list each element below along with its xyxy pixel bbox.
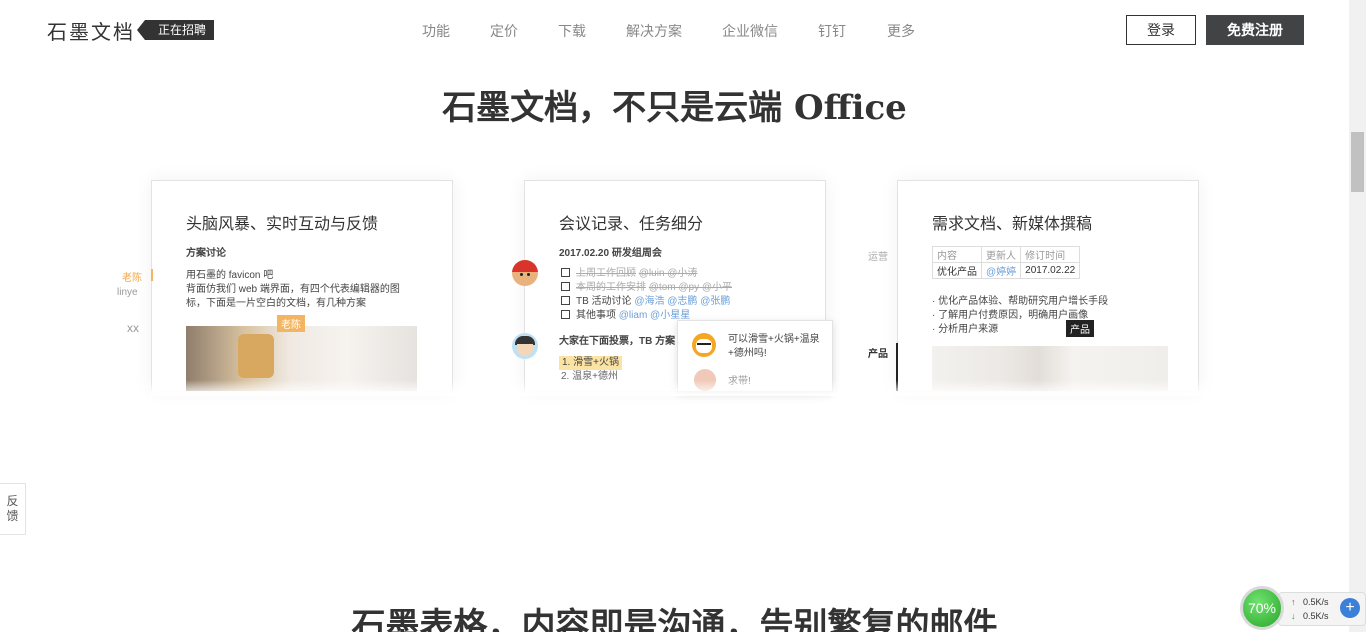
doc-subtitle: 方案讨论: [186, 248, 226, 259]
collaborator-label: 老陈: [122, 273, 142, 284]
checkbox-checked[interactable]: [561, 282, 570, 291]
checkbox-checked[interactable]: [561, 268, 570, 277]
checkbox[interactable]: [561, 310, 570, 319]
download-speed: ↓ 0.5K/s: [1291, 611, 1329, 621]
doc-line: 用石墨的 favicon 吧: [186, 270, 274, 281]
card-title: 会议记录、任务细分: [559, 216, 704, 233]
card-title: 需求文档、新媒体撰稿: [932, 216, 1093, 233]
nav-item-solutions[interactable]: 解决方案: [626, 21, 682, 41]
table-row: 优化产品 @婷婷 2017.02.22: [932, 262, 1081, 279]
cursor-marker: [151, 269, 153, 281]
avatar-glasses: [697, 343, 711, 346]
table-cell: 2017.02.22: [1020, 262, 1081, 279]
nav-item-dingtalk[interactable]: 钉钉: [818, 21, 846, 41]
user-cursor-tag: 老陈: [277, 315, 305, 332]
section-title: 石墨表格，内容即是沟通，告别繁复的邮件: [351, 606, 998, 632]
card-title: 头脑风暴、实时互动与反馈: [186, 216, 379, 233]
chat-message: 可以滑雪+火锅+温泉+德州吗!: [728, 334, 820, 359]
avatar-eye: [527, 273, 530, 276]
nav-item-download[interactable]: 下载: [558, 21, 586, 41]
table-cell: @婷婷: [980, 262, 1022, 279]
meeting-date: 2017.02.20 研发组周会: [559, 248, 662, 259]
table-header-cell: 修订时间: [1020, 246, 1081, 263]
table-header-cell: 内容: [932, 246, 982, 263]
collaborator-label: linye: [117, 287, 138, 298]
hero-title: 石墨文档，不只是云端 Office: [442, 88, 907, 128]
task-item: TB 活动讨论 @海浩 @志鹏 @张鹏: [561, 295, 730, 309]
revision-table: 内容 更新人 修订时间 优化产品 @婷婷 2017.02.22: [932, 246, 1081, 279]
vote-option-highlighted: 1. 滑雪+火锅: [559, 356, 622, 370]
nav-item-features[interactable]: 功能: [422, 21, 450, 41]
nav-item-more[interactable]: 更多: [887, 21, 915, 41]
avatar-hair: [512, 260, 538, 272]
table-header-row: 内容 更新人 修订时间: [932, 246, 1081, 263]
avatar-face: [517, 344, 533, 356]
feedback-tab[interactable]: 反 馈: [0, 483, 26, 535]
vote-heading: 大家在下面投票，TB 方案: [559, 336, 676, 347]
avatar-face: [696, 339, 712, 353]
doc-line: 标，下面是一片空白的文档，有几种方案: [186, 298, 366, 309]
scrollbar-thumb[interactable]: [1351, 132, 1364, 192]
nav-item-pricing[interactable]: 定价: [490, 21, 518, 41]
nav-item-wecom[interactable]: 企业微信: [722, 21, 778, 41]
collaborator-label: xx: [127, 321, 139, 335]
signup-button[interactable]: 免费注册: [1206, 15, 1304, 45]
task-item: 本周的工作安排 @tom @py @小平: [561, 281, 732, 295]
feature-card-brainstorm: 头脑风暴、实时互动与反馈 方案讨论 用石墨的 favicon 吧 背面仿我们 w…: [151, 180, 453, 391]
page-scrollbar[interactable]: [1349, 0, 1366, 632]
user-avatar: [512, 333, 538, 359]
photo-object: [238, 334, 274, 378]
down-arrow-icon: ↓: [1291, 611, 1296, 621]
login-button[interactable]: 登录: [1126, 15, 1196, 45]
task-item: 其他事项 @liam @小星星: [561, 309, 690, 323]
cards-fade: [150, 380, 1210, 396]
top-navbar: 石墨文档 正在招聘 功能 定价 下载 解决方案 企业微信 钉钉 更多 登录 免费…: [0, 0, 1349, 60]
plus-icon[interactable]: +: [1340, 598, 1360, 618]
memory-usage-gauge[interactable]: 70%: [1240, 586, 1284, 630]
user-cursor-tag: 产品: [1066, 320, 1094, 337]
avatar-eye: [520, 273, 523, 276]
doc-line: 背面仿我们 web 端界面，有四个代表编辑器的图: [186, 284, 400, 295]
table-cell: 优化产品: [932, 262, 982, 279]
role-label: 产品: [868, 349, 888, 360]
role-label: 运营: [868, 252, 888, 263]
table-header-cell: 更新人: [980, 246, 1022, 263]
user-avatar: [512, 260, 538, 286]
commenter-avatar: [692, 333, 716, 357]
up-arrow-icon: ↑: [1291, 597, 1296, 607]
feedback-char: 馈: [6, 509, 19, 523]
bullet-line: · 优化产品体验、帮助研究用户增长手段: [932, 296, 1109, 307]
bullet-line: · 分析用户来源: [932, 324, 999, 335]
checkbox[interactable]: [561, 296, 570, 305]
feedback-char: 反: [6, 494, 19, 508]
upload-speed: ↑ 0.5K/s: [1291, 597, 1329, 607]
feature-card-requirements: 需求文档、新媒体撰稿 · 优化产品体验、帮助研究用户增长手段 · 了解用户付费原…: [897, 180, 1199, 391]
task-item: 上周工作回顾 @luin @小涛: [561, 267, 697, 281]
bullet-line: · 了解用户付费原因，明确用户画像: [932, 310, 1089, 321]
